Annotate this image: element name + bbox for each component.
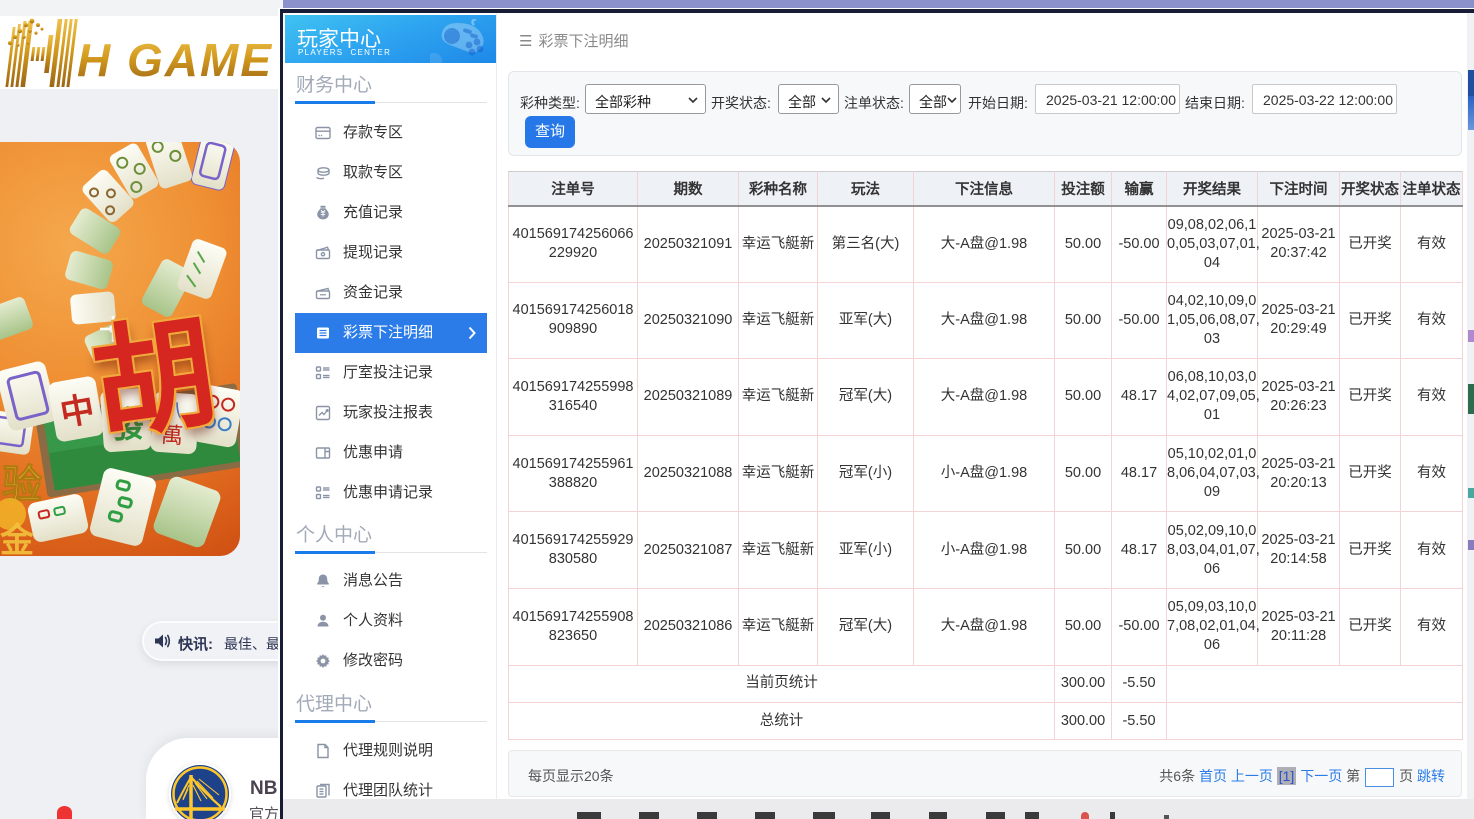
svg-text:H GAME: H GAME bbox=[77, 34, 273, 86]
svg-text:中: 中 bbox=[57, 390, 97, 433]
svg-text:金: 金 bbox=[0, 521, 35, 556]
